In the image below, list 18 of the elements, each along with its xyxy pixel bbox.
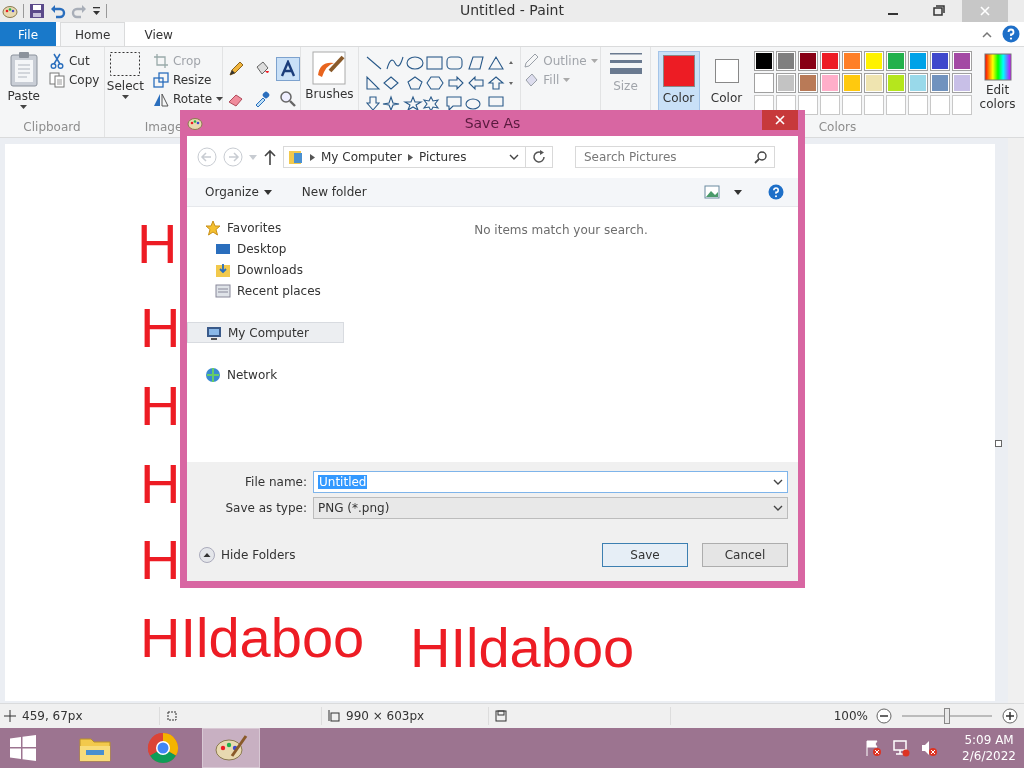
canvas-text: HIldaboo bbox=[410, 620, 635, 676]
canvas-text: H bbox=[137, 216, 178, 272]
canvas-text: HIldaboo bbox=[140, 610, 365, 666]
canvas-text: H bbox=[140, 378, 181, 434]
window-title: Untitled - Paint bbox=[459, 2, 565, 18]
zoom-level: 100% bbox=[833, 709, 868, 723]
image-size: 990 × 603px bbox=[346, 709, 425, 723]
dialog-title: Save As bbox=[463, 115, 522, 131]
cursor-position: 459, 67px bbox=[22, 709, 83, 723]
canvas-text: H bbox=[140, 532, 181, 588]
field-label: File name: bbox=[244, 475, 307, 489]
field-label: Save as type: bbox=[224, 501, 307, 515]
group-label: Colors bbox=[818, 120, 857, 136]
canvas-text: H bbox=[140, 300, 181, 356]
empty-message: No items match your search. bbox=[474, 223, 648, 239]
canvas-text: H bbox=[140, 456, 181, 512]
group-label: Image bbox=[144, 120, 183, 136]
group-label: Clipboard bbox=[23, 120, 81, 136]
